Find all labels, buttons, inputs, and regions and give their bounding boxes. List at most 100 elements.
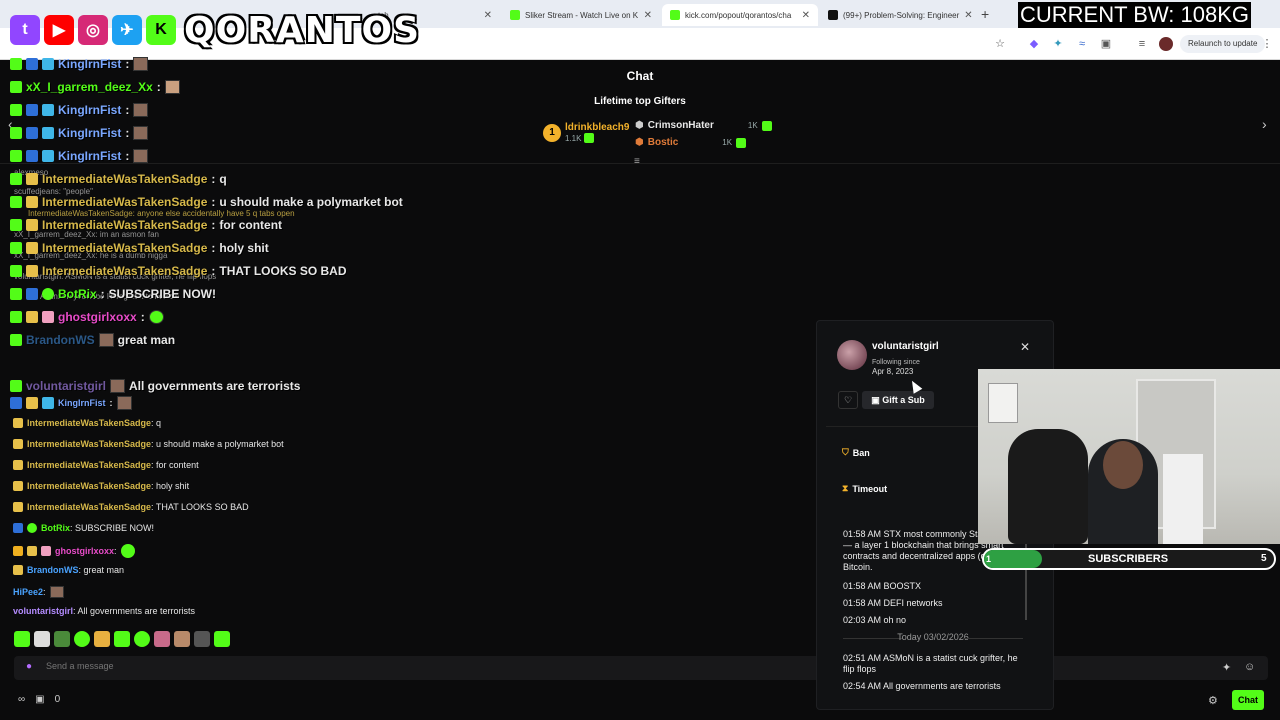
emote-icon[interactable] [54,631,70,647]
kick-emote-icon[interactable]: ✦ [1222,661,1231,674]
chat-username[interactable]: IntermediateWasTakenSadge [27,481,151,491]
chat-username[interactable]: voluntaristgirl [26,379,106,393]
close-icon[interactable]: ✕ [1020,340,1030,354]
star-icon[interactable]: ☆ [993,37,1007,51]
subscriber-goal: 5 [1261,553,1267,564]
chat-username[interactable]: IntermediateWasTakenSadge [42,264,207,278]
chat-username[interactable]: IntermediateWasTakenSadge [42,195,207,209]
extension-icon[interactable]: ◆ [1027,37,1041,51]
chat-text: : q [151,418,162,428]
chat-separator: : [125,57,130,71]
chat-username[interactable]: IntermediateWasTakenSadge [27,439,151,449]
subscriber-current: 1 [986,554,992,564]
timeout-button[interactable]: ⧗ Timeout [842,483,887,494]
close-icon[interactable]: ✕ [484,10,492,21]
kick-badge-icon [10,380,22,392]
chat-username[interactable]: KingIrnFist [58,398,106,408]
gifter-3[interactable]: ⬢ Bostic 1K [635,137,747,148]
banana-badge-icon [13,502,23,512]
chat-username[interactable]: IntermediateWasTakenSadge [27,418,151,428]
gift-icon [761,120,772,131]
chat-line: IntermediateWasTakenSadge: q [13,418,161,428]
close-icon[interactable]: ✕ [802,10,810,21]
more-menu-icon[interactable]: ⋮ [1260,37,1274,51]
close-icon[interactable]: ✕ [964,10,972,21]
audio-icon[interactable]: ≈ [1075,37,1089,51]
timeout-label: Timeout [852,483,888,494]
collapse-icon[interactable]: ≡ [634,156,640,167]
chat-username[interactable]: IntermediateWasTakenSadge [42,241,207,255]
chat-username[interactable]: IntermediateWasTakenSadge [42,172,207,186]
points-icon[interactable]: ∞ [18,694,25,705]
tab-3-active[interactable]: kick.com/popout/qorantos/cha ✕ [662,4,818,26]
badge-icon [42,104,54,116]
gifter-name: ldrinkbleach9 [565,122,630,133]
ban-button[interactable]: ⛉ Ban [842,447,870,458]
translate-icon[interactable]: ✦ [1051,37,1065,51]
gifter-2[interactable]: ⬢ CrimsonHater 1K [635,120,772,131]
chat-username[interactable]: IntermediateWasTakenSadge [27,460,151,470]
chat-username[interactable]: KingIrnFist [58,126,121,140]
banana-badge-icon [27,546,37,556]
gifter-1[interactable]: 1 ldrinkbleach9 1.1K [543,122,629,143]
chat-username[interactable]: KingIrnFist [58,57,121,71]
relaunch-button[interactable]: Relaunch to update [1180,35,1266,53]
chat-username[interactable]: xX_I_garrem_deez_Xx [26,80,153,94]
ghost-message: IntermediateWasTakenSadge: anyone else a… [28,209,295,218]
chat-text: SUBSCRIBE NOW! [108,287,217,301]
chat-text: : [114,546,117,556]
chat-username[interactable]: BotRix [41,523,70,533]
card-username: voluntaristgirl [872,341,939,352]
new-tab-button[interactable]: + [981,6,989,22]
chat-username[interactable]: BrandonWS [27,565,79,575]
chat-username[interactable]: BotRix [58,287,97,301]
banana-badge-icon [13,418,23,428]
chevron-right-icon[interactable]: › [1262,116,1267,132]
media-icon[interactable]: ≡ [1135,37,1149,51]
gift-sub-button[interactable]: ▣ Gift a Sub [862,391,934,409]
emote-icon [110,379,126,393]
tab-4[interactable]: (99+) Problem-Solving: Engineer ✕ [820,4,976,26]
emoji-icon[interactable]: ☺ [1244,661,1255,673]
gear-icon[interactable]: ⚙ [1208,694,1218,707]
sub-badge-icon [10,397,22,409]
emote-icon[interactable] [14,631,30,647]
gifter-amount: 1.1K [565,133,582,143]
banana-badge-icon [13,460,23,470]
chat-username[interactable]: IntermediateWasTakenSadge [27,502,151,512]
puzzle-icon[interactable]: ▣ [1099,37,1113,51]
chat-username[interactable]: KingIrnFist [58,149,121,163]
emote-icon[interactable] [74,631,90,647]
emote-icon[interactable] [194,631,210,647]
subscriber-label: SUBSCRIBERS [1088,553,1169,565]
emote-icon[interactable] [94,631,110,647]
emote-icon [148,310,164,324]
chat-username[interactable]: ghostgirlxoxx [55,546,114,556]
chat-text: : holy shit [151,481,190,491]
emote-icon[interactable] [214,631,230,647]
emote-icon [164,80,180,94]
emote-icon[interactable] [34,631,50,647]
gift-box-icon[interactable]: ▣ [35,694,44,705]
chat-username[interactable]: HiPee2 [13,587,43,597]
emote-icon[interactable] [154,631,170,647]
chat-username[interactable]: voluntaristgirl [13,606,73,616]
message-input[interactable] [46,661,646,671]
chat-line: HiPee2: [13,586,64,598]
history-message: 02:03 AM oh no [843,615,907,625]
profile-avatar[interactable] [1159,37,1173,51]
emote-icon[interactable] [114,631,130,647]
chat-text: : u should make a polymarket bot [151,439,284,449]
tab-2[interactable]: Sliker Stream - Watch Live on K ✕ [502,4,660,26]
emote-icon[interactable] [174,631,190,647]
chat-username[interactable]: BrandonWS [26,333,95,347]
close-icon[interactable]: ✕ [644,10,652,21]
chat-username[interactable]: KingIrnFist [58,103,121,117]
chat-username[interactable]: IntermediateWasTakenSadge [42,218,207,232]
emote-icon[interactable] [134,631,150,647]
heart-icon[interactable]: ♡ [838,391,858,409]
chat-send-button[interactable]: Chat [1232,690,1264,710]
big-chat-line: KingIrnFist : [10,126,149,140]
chat-username[interactable]: ghostgirlxoxx [58,310,137,324]
microphone-icon[interactable]: ● [26,661,32,672]
